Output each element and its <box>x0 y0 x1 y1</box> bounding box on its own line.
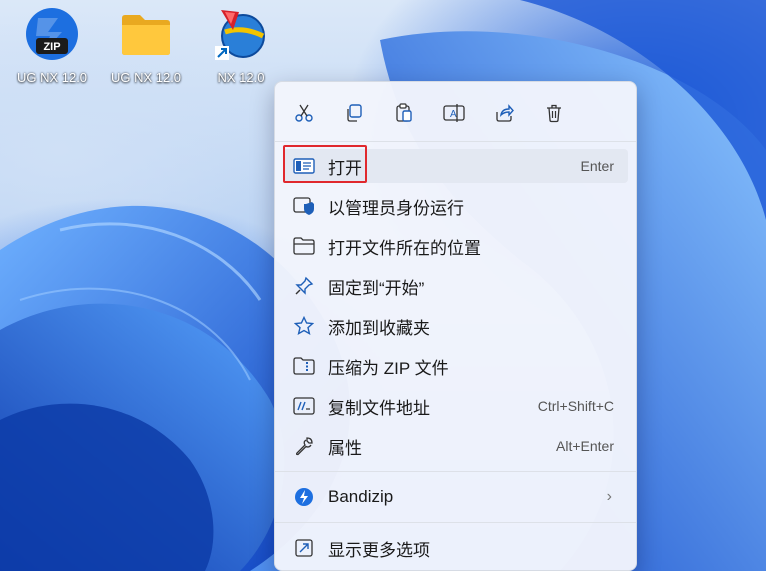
menu-item-shortcut: Enter <box>580 158 614 174</box>
menu-item-label: 属性 <box>328 438 362 458</box>
menu-item-label: 以管理员身份运行 <box>328 198 464 218</box>
nx-app-shortcut-icon <box>215 10 265 60</box>
copy-button[interactable] <box>339 98 369 128</box>
menu-item-run-as-admin[interactable]: 以管理员身份运行 <box>283 189 628 223</box>
paste-icon <box>396 103 412 122</box>
menu-item-bandizip[interactable]: Bandizip › <box>283 480 628 514</box>
menu-separator <box>275 471 636 472</box>
menu-item-shortcut: Alt+Enter <box>556 438 614 454</box>
rename-icon: A <box>443 104 465 122</box>
menu-item-label: 固定到“开始” <box>328 278 425 298</box>
folder-icon <box>122 15 170 55</box>
desktop-icon-folder[interactable]: UG NX 12.0 <box>100 6 192 85</box>
menu-item-label: 显示更多选项 <box>328 540 430 560</box>
run-as-admin-icon <box>291 195 317 217</box>
bandizip-icon <box>291 486 317 508</box>
menu-item-pin-to-start[interactable]: 固定到“开始” <box>283 269 628 303</box>
menu-item-copy-path[interactable]: 复制文件地址 Ctrl+Shift+C <box>283 389 628 423</box>
pin-icon <box>291 275 317 297</box>
delete-button[interactable] <box>539 98 569 128</box>
menu-separator <box>275 141 636 142</box>
desktop-icon-label: NX 12.0 <box>217 70 265 85</box>
desktop-icon-label: UG NX 12.0 <box>16 70 88 85</box>
share-button[interactable] <box>489 98 519 128</box>
context-menu-toolbar: A <box>275 82 636 140</box>
desktop-icon-label: UG NX 12.0 <box>110 70 182 85</box>
menu-separator <box>275 522 636 523</box>
menu-item-label: Bandizip <box>328 487 394 506</box>
menu-item-label: 打开文件所在的位置 <box>328 238 481 258</box>
open-folder-icon <box>291 235 317 257</box>
menu-item-show-more-options[interactable]: 显示更多选项 <box>283 531 628 565</box>
menu-item-shortcut: Ctrl+Shift+C <box>537 398 614 414</box>
zip-badge-text: ZIP <box>43 41 60 53</box>
menu-item-compress-zip[interactable]: 压缩为 ZIP 文件 <box>283 349 628 383</box>
star-icon <box>291 315 317 337</box>
more-options-icon <box>291 537 317 559</box>
menu-item-label: 复制文件地址 <box>328 398 430 418</box>
zip-archive-icon: ZIP <box>26 8 78 60</box>
menu-item-label: 添加到收藏夹 <box>328 318 430 338</box>
cut-button[interactable] <box>289 98 319 128</box>
copy-path-icon <box>291 395 317 417</box>
rename-button[interactable]: A <box>439 98 469 128</box>
paste-button[interactable] <box>389 98 419 128</box>
delete-icon <box>547 104 561 123</box>
desktop-icon-zip[interactable]: ZIP UG NX 12.0 <box>6 6 98 85</box>
svg-text:A: A <box>450 109 457 120</box>
desktop-icon-nx[interactable]: NX 12.0 <box>195 6 287 85</box>
menu-item-properties[interactable]: 属性 Alt+Enter <box>283 429 628 463</box>
chevron-right-icon: › <box>606 488 612 505</box>
menu-item-add-to-favorites[interactable]: 添加到收藏夹 <box>283 309 628 343</box>
copy-icon <box>347 104 362 122</box>
menu-item-label: 压缩为 ZIP 文件 <box>328 358 449 378</box>
share-icon <box>496 104 514 122</box>
cut-icon <box>295 104 313 122</box>
compress-zip-icon <box>291 355 317 377</box>
highlight-annotation-box <box>283 145 367 183</box>
wrench-icon <box>291 435 317 457</box>
menu-item-open-file-location[interactable]: 打开文件所在的位置 <box>283 229 628 263</box>
